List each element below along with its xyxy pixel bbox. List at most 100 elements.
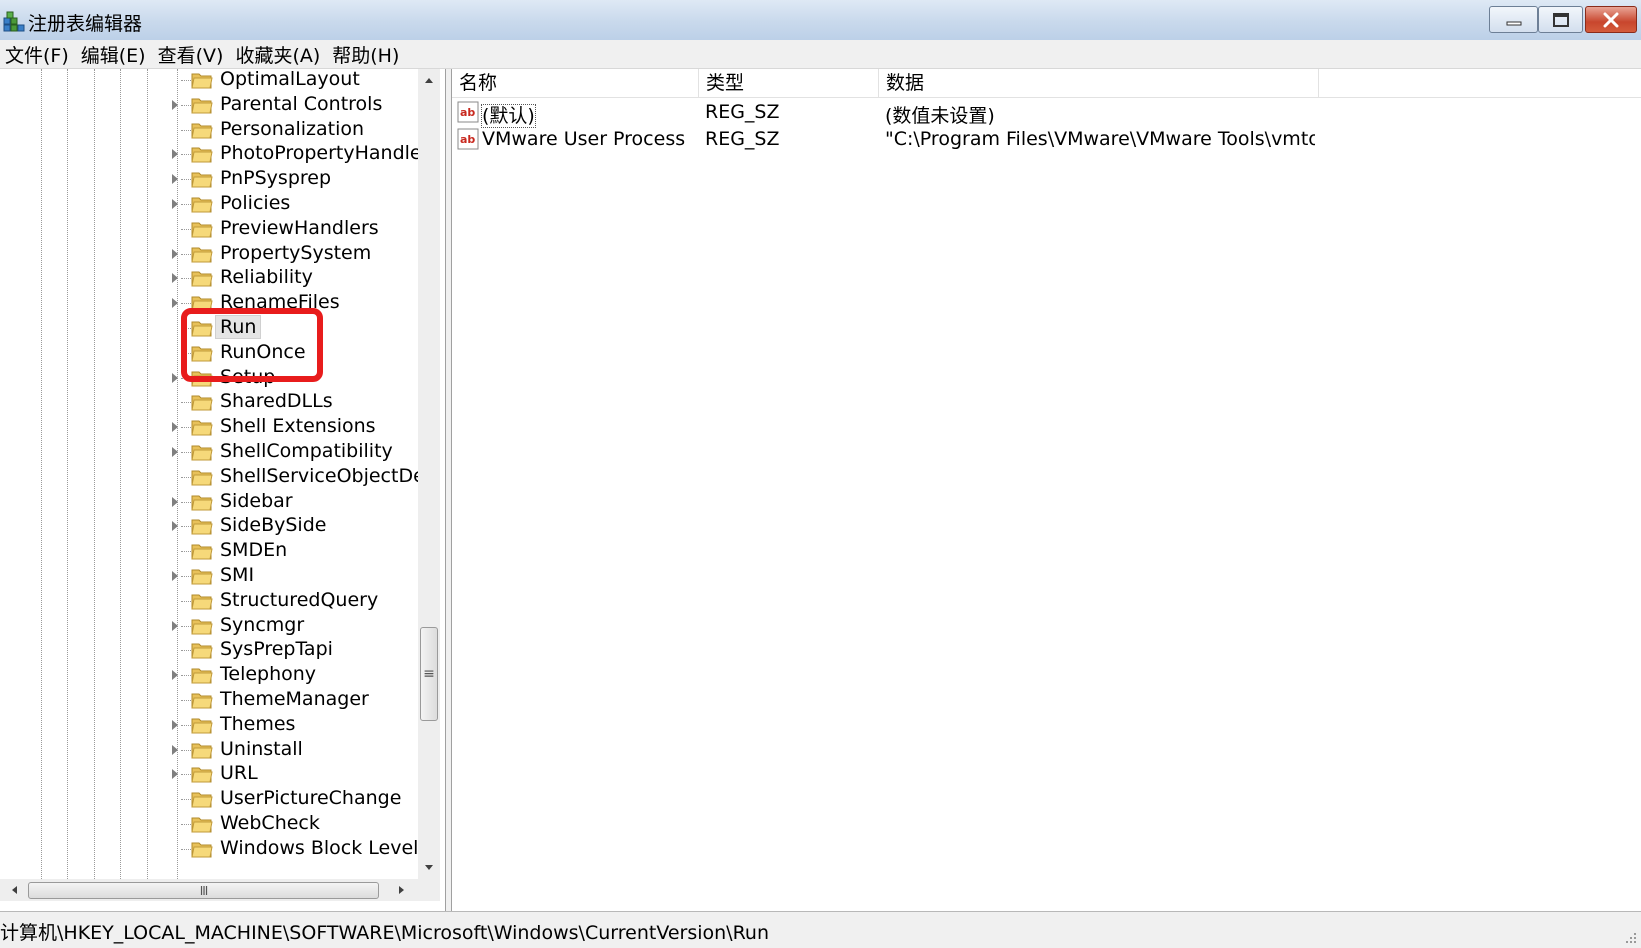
- expand-arrow-icon: [172, 695, 178, 705]
- tree-item[interactable]: SMI: [0, 563, 420, 589]
- tree-item-label: ThemeManager: [220, 688, 369, 710]
- tree-item-label: StructuredQuery: [220, 588, 379, 611]
- tree-item[interactable]: Reliability: [0, 265, 420, 291]
- expand-arrow-icon[interactable]: [172, 670, 178, 681]
- value-type: REG_SZ: [705, 128, 780, 150]
- expand-arrow-icon: [172, 224, 178, 234]
- tree-item[interactable]: Syncmgr: [0, 613, 420, 639]
- expand-arrow-icon[interactable]: [172, 149, 178, 160]
- tree-item[interactable]: Parental Controls: [0, 92, 420, 118]
- expand-arrow-icon[interactable]: [172, 273, 178, 284]
- tree-connector: [181, 129, 191, 131]
- regedit-app-icon[interactable]: [2, 8, 26, 32]
- tree-horizontal-scrollbar[interactable]: III: [0, 879, 440, 901]
- column-header-name[interactable]: 名称: [452, 69, 699, 97]
- tree-item[interactable]: URL: [0, 761, 420, 787]
- tree-connector: [181, 675, 191, 677]
- expand-arrow-icon[interactable]: [172, 620, 178, 631]
- tree-item-label: Personalization: [220, 117, 365, 140]
- tree-connector: [181, 204, 191, 205]
- menu-view[interactable]: 查看(V): [153, 41, 231, 68]
- tree-item[interactable]: ShellServiceObjectDela: [0, 464, 442, 490]
- list-header: 名称 类型 数据: [452, 69, 1641, 98]
- expand-arrow-icon[interactable]: [172, 719, 178, 730]
- scroll-up-button[interactable]: [418, 69, 440, 91]
- menu-edit[interactable]: 编辑(E): [76, 41, 153, 68]
- tree-connector: [181, 476, 191, 478]
- list-row[interactable]: ab VMware User Process REG_SZ "C:\Program F…: [452, 125, 1641, 153]
- scroll-up-arrow-icon: [425, 78, 433, 83]
- tree-item[interactable]: SysPrepTapi: [0, 637, 420, 663]
- tree-item[interactable]: StructuredQuery: [0, 588, 420, 614]
- folder-icon: [191, 169, 213, 189]
- scroll-left-arrow-icon: [12, 886, 17, 894]
- tree-item[interactable]: Telephony: [0, 662, 420, 688]
- expand-arrow-icon[interactable]: [172, 298, 178, 309]
- horizontal-scroll-thumb[interactable]: III: [28, 882, 379, 899]
- expand-arrow-icon[interactable]: [172, 422, 178, 433]
- expand-arrow-icon[interactable]: [172, 496, 178, 507]
- expand-arrow-icon[interactable]: [172, 769, 178, 780]
- expand-arrow-icon[interactable]: [172, 744, 178, 755]
- tree-item[interactable]: SideBySide: [0, 513, 420, 539]
- tree-item[interactable]: Windows Block Level B: [0, 836, 438, 862]
- expand-arrow-icon[interactable]: [172, 248, 178, 259]
- tree-item[interactable]: ThemeManager: [0, 687, 420, 713]
- expand-arrow-icon: [172, 596, 178, 606]
- tree-item[interactable]: PropertySystem: [0, 241, 420, 267]
- tree-item[interactable]: Shell Extensions: [0, 414, 420, 440]
- scroll-left-button[interactable]: [4, 879, 24, 901]
- column-header-data[interactable]: 数据: [879, 69, 1319, 97]
- scroll-down-button[interactable]: [418, 857, 440, 879]
- expand-arrow-icon[interactable]: [172, 372, 178, 383]
- scroll-grip-icon: ≡: [423, 666, 435, 682]
- tree-connector: [181, 774, 191, 776]
- tree-item[interactable]: WebCheck: [0, 811, 420, 837]
- scroll-right-button[interactable]: [392, 879, 412, 901]
- tree-item[interactable]: Themes: [0, 712, 420, 738]
- tree-item[interactable]: UserPictureChange: [0, 786, 420, 812]
- tree-item[interactable]: PhotoPropertyHandler: [0, 141, 429, 167]
- tree-item[interactable]: Policies: [0, 191, 420, 217]
- tree-item[interactable]: OptimalLayout: [0, 69, 420, 93]
- value-list-pane[interactable]: 名称 类型 数据 ab (默认) REG_SZ (数值未设置) ab VMware Use…: [451, 69, 1641, 911]
- expand-arrow-icon[interactable]: [172, 447, 178, 457]
- key-tree-pane[interactable]: OptimalLayout Parental Controls Personaliz…: [0, 69, 446, 911]
- menu-favorites[interactable]: 收藏夹(A): [230, 41, 327, 68]
- tree-item[interactable]: SMDEn: [0, 538, 420, 564]
- expand-arrow-icon[interactable]: [172, 99, 178, 110]
- expand-arrow-icon[interactable]: [172, 174, 178, 185]
- tree-item[interactable]: Uninstall: [0, 737, 420, 763]
- column-header-type[interactable]: 类型: [699, 69, 879, 97]
- close-button[interactable]: [1585, 6, 1637, 33]
- maximize-button[interactable]: [1538, 6, 1583, 33]
- minimize-button[interactable]: [1489, 6, 1538, 33]
- tree-item[interactable]: SharedDLLs: [0, 389, 420, 415]
- resize-grip-icon[interactable]: [1624, 931, 1638, 945]
- title-bar[interactable]: 注册表编辑器: [0, 0, 1641, 40]
- folder-icon: [191, 467, 213, 487]
- menu-help[interactable]: 帮助(H): [327, 41, 406, 68]
- tree-item-label: Syncmgr: [220, 613, 305, 636]
- scroll-down-arrow-icon: [425, 865, 433, 870]
- tree-item[interactable]: Personalization: [0, 117, 420, 143]
- expand-arrow-icon[interactable]: [172, 521, 178, 532]
- expand-arrow-icon: [172, 348, 178, 358]
- tree-item[interactable]: PnPSysprep: [0, 166, 420, 192]
- expand-arrow-icon[interactable]: [172, 571, 178, 581]
- expand-arrow-icon: [172, 546, 178, 556]
- list-row[interactable]: ab (默认) REG_SZ (数值未设置): [452, 98, 1641, 128]
- tree-vertical-scrollbar[interactable]: ≡: [418, 69, 440, 879]
- tree-item[interactable]: PreviewHandlers: [0, 216, 420, 242]
- vertical-scroll-thumb[interactable]: ≡: [420, 627, 438, 721]
- tree-item[interactable]: Sidebar: [0, 489, 420, 515]
- tree-connector: [181, 501, 191, 503]
- expand-arrow-icon[interactable]: [172, 199, 178, 209]
- tree-item-label: Themes: [220, 712, 296, 735]
- menu-bar: 文件(F) 编辑(E) 查看(V) 收藏夹(A) 帮助(H): [0, 40, 1641, 69]
- tree-connector: [181, 452, 191, 453]
- menu-file[interactable]: 文件(F): [0, 41, 76, 68]
- tree-item-label: SMDEn: [220, 539, 288, 562]
- tree-item[interactable]: ShellCompatibility: [0, 439, 420, 465]
- tree-item-label: URL: [220, 762, 258, 785]
